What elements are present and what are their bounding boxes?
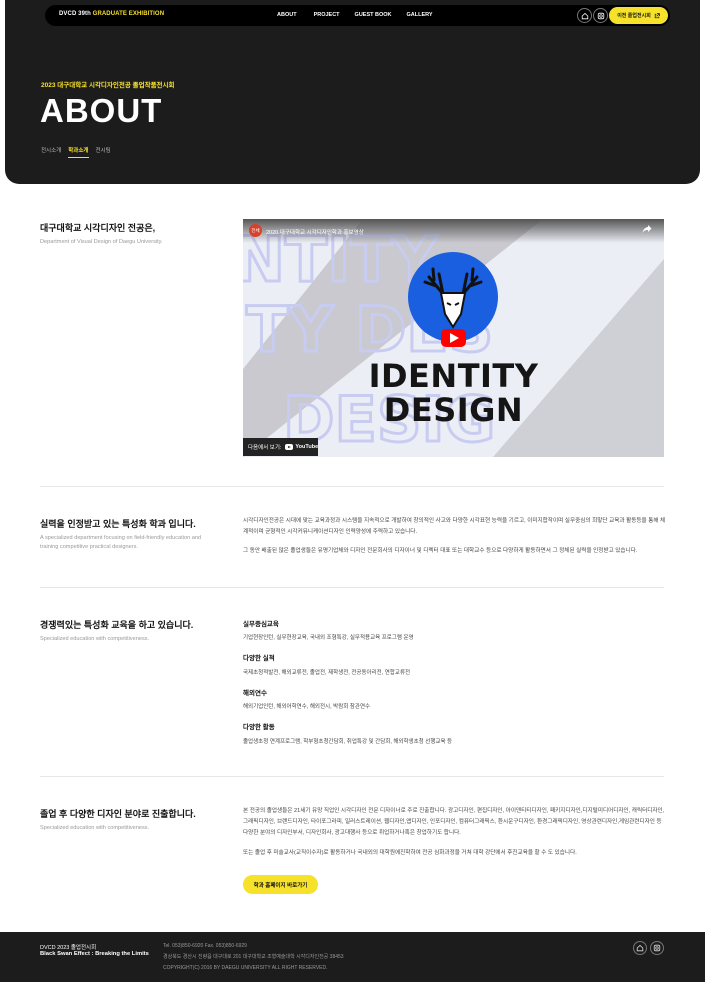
section3-item-head: 해외연수 — [243, 690, 267, 697]
section4-para2: 또는 졸업 후 미술교사(교직이수자)로 활동하거나 국내외의 대학원에진학하여… — [243, 850, 577, 856]
tab-department[interactable]: 학과소개 — [68, 146, 89, 158]
youtube-logo-icon: YouTube — [285, 444, 318, 450]
brand-prefix: DVCD 39th — [59, 11, 93, 17]
section-divider — [40, 587, 664, 588]
top-navbar: DVCD 39th GRADUATE EXHIBITION ABOUT PROJ… — [45, 5, 670, 26]
section-divider — [40, 486, 664, 487]
section2-para2: 그 동안 배출된 많은 졸업생들은 유명기업체와 디자인 전문회사의 디자이너 … — [243, 548, 638, 554]
home-icon — [636, 944, 644, 952]
youtube-label: YouTube — [295, 444, 319, 450]
hero-subtitle: 2023 대구대학교 시각디자인전공 졸업작품전시회 — [41, 82, 175, 89]
section3-item-text: 해외기업인턴, 해외어학연수, 해외전시, 박람회 참관연수 — [243, 704, 371, 710]
department-homepage-button[interactable]: 학과 홈페이지 바로가기 — [243, 875, 318, 894]
footer-address: 경상북도 경산시 진량읍 대구대로 201 대구대학교 조형예술대학 시각디자인… — [163, 954, 344, 960]
prev-exhibition-button[interactable]: 이전 졸업전시회 — [609, 7, 668, 24]
nav-link-guestbook[interactable]: GUEST BOOK — [355, 12, 392, 18]
instagram-icon — [653, 944, 661, 952]
nav-link-project[interactable]: PROJECT — [314, 12, 340, 18]
nav-link-about[interactable]: ABOUT — [277, 12, 297, 18]
section4-desc: Specialized education with competitivene… — [40, 825, 150, 831]
section3-item-text: 국제초청적발전, 해외교류전, 졸업전, 제학생전, 전공동아리전, 연합교류전 — [243, 670, 411, 676]
nav-link-gallery[interactable]: GALLERY — [407, 12, 433, 18]
hero-section: DVCD 39th GRADUATE EXHIBITION ABOUT PROJ… — [5, 0, 700, 184]
section2-title: 실력을 인정받고 있는 특성화 학과 입니다. — [40, 519, 196, 529]
section2-desc: A specialized department focusing on fie… — [40, 535, 202, 550]
section3-title: 경쟁력있는 특성화 교육을 하고 있습니다. — [40, 620, 194, 630]
promo-video[interactable]: NTITY ITY DES DESIG IDENTITY DESIGN 전체 2… — [243, 219, 664, 457]
watch-label: 다음에서 보기: — [248, 445, 282, 451]
instagram-icon — [597, 12, 604, 19]
footer: DVCD 2023 졸업전시회 Black Swan Effect : Brea… — [0, 932, 705, 982]
section3-item-text: 졸업생초청 연계프로그램, 학부형초청간담회, 취업특강 및 간담회, 해외학생… — [243, 739, 453, 745]
home-icon — [581, 12, 588, 19]
footer-copyright: COPYRIGHT(C) 2016 BY DAEGU UNIVERSITY AL… — [163, 965, 328, 971]
section3-item-head: 다양한 활동 — [243, 724, 275, 731]
video-title[interactable]: 2020 대구대학교 시각디자인학과 홍보영상 — [266, 228, 364, 236]
section3-item-text: 기업현장인턴, 실무현장교육, 국내외 조형특강, 실무적용교육 프로그램 운영 — [243, 635, 414, 641]
nav-links: ABOUT PROJECT GUEST BOOK GALLERY — [277, 12, 448, 18]
footer-brand: DVCD 2023 졸업전시회 — [40, 945, 97, 951]
instagram-button[interactable] — [593, 8, 608, 23]
prev-exhibition-label: 이전 졸업전시회 — [617, 13, 651, 19]
footer-home-button[interactable] — [633, 941, 647, 955]
tab-team[interactable]: 전시팀 — [96, 146, 111, 158]
brand-accent: GRADUATE EXHIBITION — [92, 11, 165, 17]
footer-instagram-button[interactable] — [650, 941, 664, 955]
intro-title: 대구대학교 시각디자인 전공은, — [40, 223, 156, 233]
hero-tabs: 전시소개 학과소개 전시팀 — [41, 146, 118, 158]
external-link-icon — [654, 12, 660, 18]
footer-contact: Tel. 053)850-6920 Fax. 053)850-6929 — [163, 943, 247, 949]
channel-badge[interactable]: 전체 — [249, 224, 262, 237]
video-headline-2: DESIGN — [383, 391, 524, 429]
video-headline-1: IDENTITY — [368, 357, 539, 395]
section-divider — [40, 776, 664, 777]
section4-title: 졸업 후 다양한 디자인 분야로 진출합니다. — [40, 809, 196, 819]
section3-desc: Specialized education with competitivene… — [40, 636, 150, 642]
section2-para1: 시각디자인전공은 시대에 맞는 교육과정과 시스템을 지속적으로 개발하여 창의… — [243, 518, 666, 535]
home-button[interactable] — [577, 8, 592, 23]
share-icon[interactable] — [642, 224, 656, 238]
footer-slogan: Black Swan Effect : Breaking the Limits — [40, 951, 149, 957]
section4-para1: 본 전공의 졸업생들은 21세기 유망 직업인 시각디자인 전문 디자이너로 주… — [243, 808, 665, 836]
section3-item-head: 실무중심교육 — [243, 621, 279, 628]
watch-on-youtube-button[interactable]: 다음에서 보기: YouTube — [243, 438, 318, 456]
tab-exhibition[interactable]: 전시소개 — [41, 146, 61, 158]
intro-desc: Department of Visual Design of Daegu Uni… — [40, 239, 163, 245]
brand-logo[interactable]: DVCD 39th GRADUATE EXHIBITION — [59, 11, 164, 17]
section3-item-head: 다양한 실적 — [243, 655, 275, 662]
page-title: ABOUT — [40, 92, 163, 129]
